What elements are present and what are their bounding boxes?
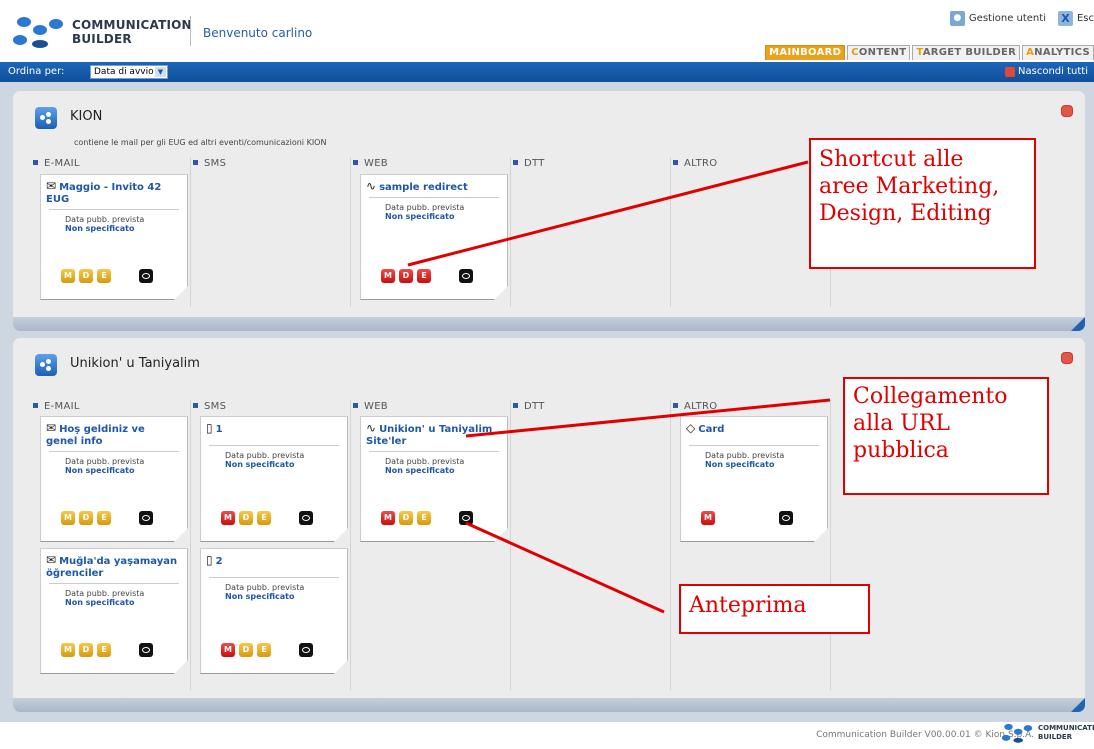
preview-pointer-line	[465, 521, 665, 614]
annotation-public-url: Collegamento alla URL pubblica	[843, 377, 1049, 495]
footer-logo	[1001, 723, 1033, 743]
annotation-shortcut: Shortcut alle aree Marketing, Design, Ed…	[809, 138, 1036, 269]
url-pointer-line	[465, 398, 831, 438]
annotation-preview: Anteprima	[679, 584, 870, 634]
footer-logo-text: COMMUNICATION BUILDER	[1038, 724, 1094, 741]
shortcut-pointer-line	[407, 160, 809, 267]
annotation-arrows	[407, 160, 831, 614]
